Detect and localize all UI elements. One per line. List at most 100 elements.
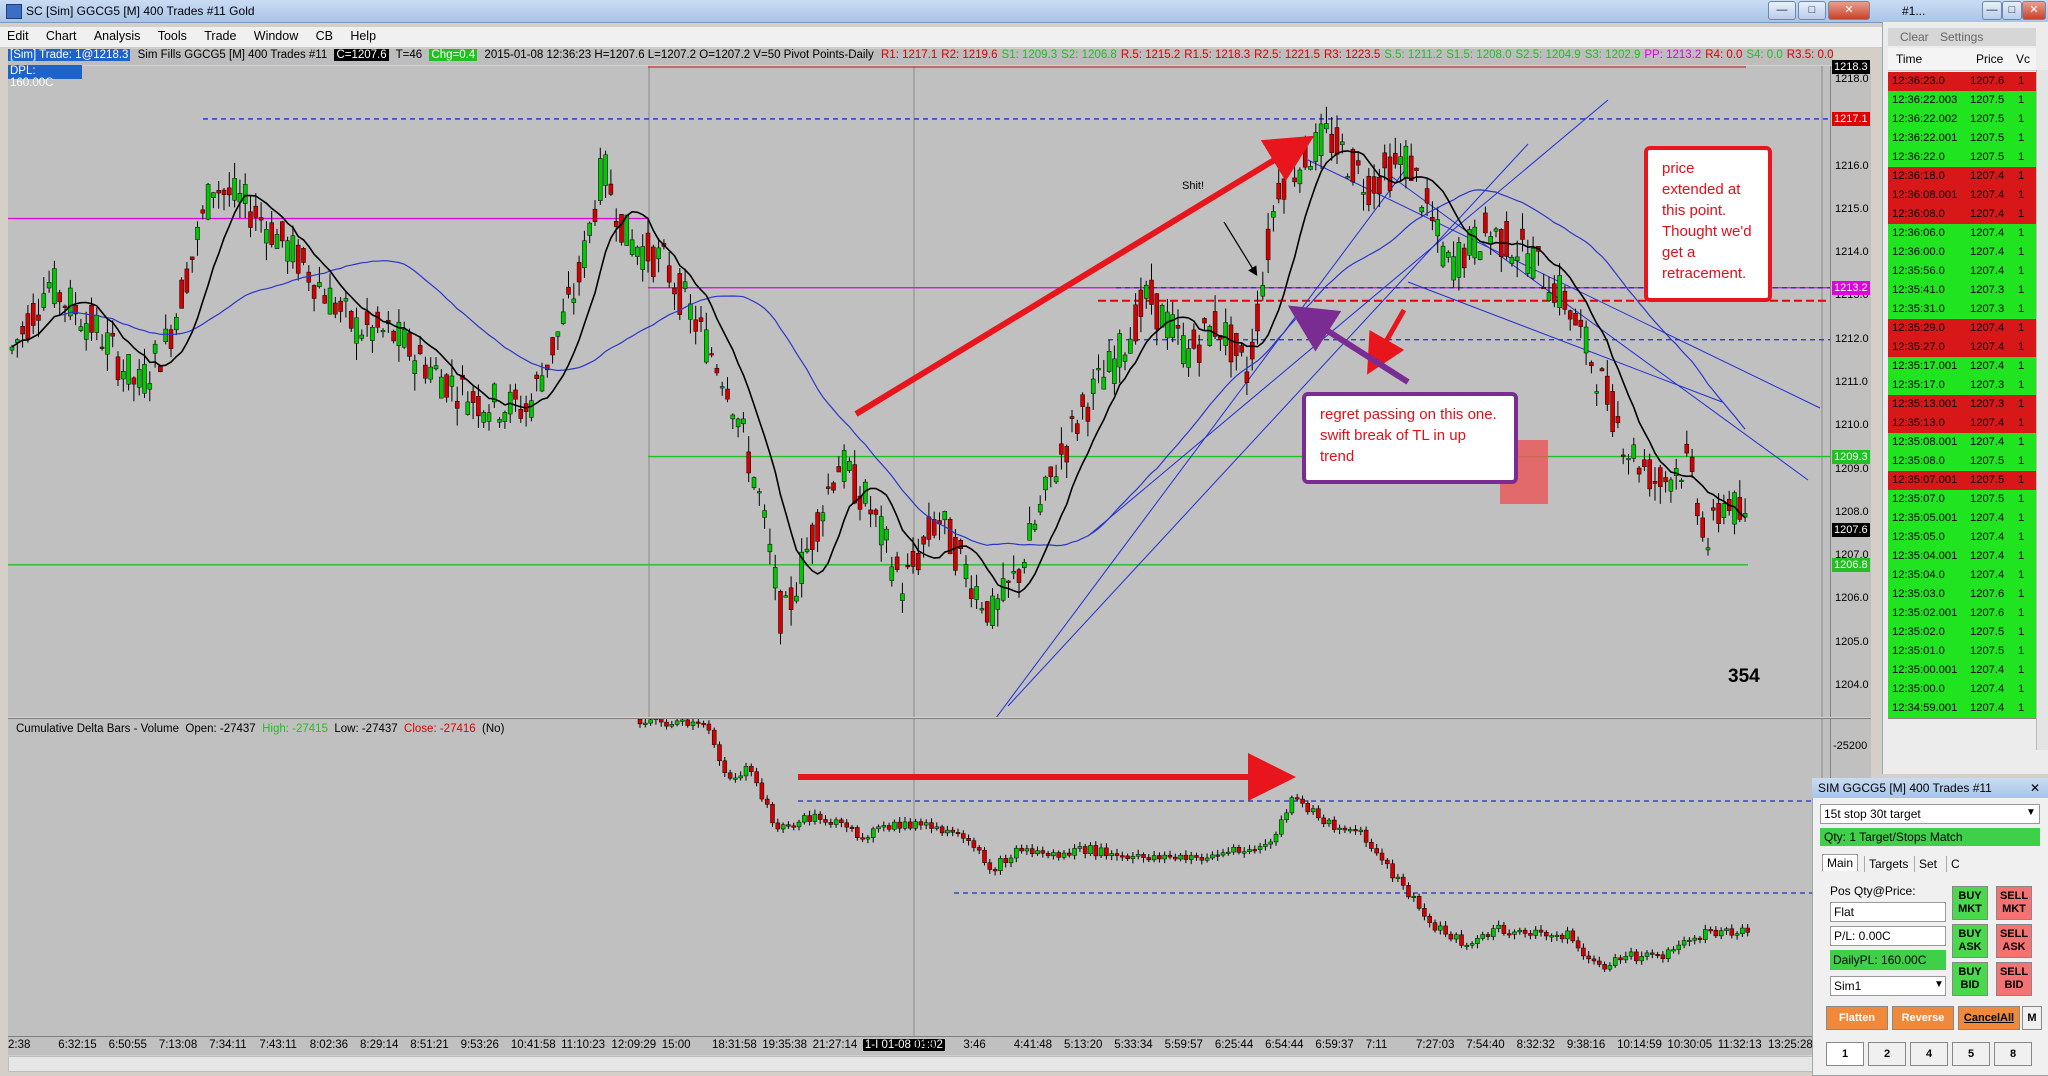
ts-row[interactable]: 12:35:29.0 1207.4 1	[1888, 319, 2036, 339]
candle-body	[295, 244, 301, 274]
delta-chart[interactable]	[8, 719, 1830, 1037]
tab-set[interactable]: Set	[1914, 856, 1941, 872]
price-axis[interactable]: 1218.01217.01216.01215.01214.01213.01212…	[1830, 60, 1871, 717]
ts-row[interactable]: 12:35:02.001 1207.6 1	[1888, 604, 2036, 624]
ts-row[interactable]: 12:35:05.001 1207.4 1	[1888, 509, 2036, 529]
strategy-select[interactable]: 15t stop 30t target	[1820, 804, 2040, 824]
tab-targets[interactable]: Targets	[1864, 856, 1912, 872]
menu-edit[interactable]: Edit	[0, 27, 36, 45]
qty-button-4[interactable]: 4	[1910, 1042, 1948, 1066]
qty-button-8[interactable]: 8	[1994, 1042, 2032, 1066]
ts-row[interactable]: 12:35:07.001 1207.5 1	[1888, 471, 2036, 491]
ts-row[interactable]: 12:36:23.0 1207.6 1	[1888, 72, 2036, 92]
ts-price: 1207.4	[1970, 341, 2005, 353]
sell-mkt-button[interactable]: SELL MKT	[1996, 886, 2032, 920]
chevron-down-icon[interactable]: ▼	[2026, 807, 2036, 818]
minimize-button[interactable]: —	[1768, 1, 1796, 20]
ts-col-price[interactable]: Price	[1976, 52, 2003, 66]
ts-row[interactable]: 12:35:17.001 1207.4 1	[1888, 357, 2036, 377]
ts-row[interactable]: 12:35:56.0 1207.4 1	[1888, 262, 2036, 282]
ts-row[interactable]: 12:36:08.001 1207.4 1	[1888, 186, 2036, 206]
ts-row[interactable]: 12:35:00.001 1207.4 1	[1888, 661, 2036, 681]
buy-mkt-button[interactable]: BUY MKT	[1952, 886, 1988, 920]
sell-bid-button[interactable]: SELL BID	[1996, 962, 2032, 996]
ts-row[interactable]: 12:35:27.0 1207.4 1	[1888, 338, 2036, 358]
menu-trade[interactable]: Trade	[197, 27, 243, 45]
ts-row[interactable]: 12:36:08.0 1207.4 1	[1888, 205, 2036, 225]
ts-row[interactable]: 12:36:22.001 1207.5 1	[1888, 129, 2036, 149]
menu-analysis[interactable]: Analysis	[87, 27, 148, 45]
account-chevron-down-icon[interactable]: ▼	[1934, 979, 1944, 990]
ts-col-time[interactable]: Time	[1896, 52, 1922, 66]
ts-row[interactable]: 12:36:22.002 1207.5 1	[1888, 110, 2036, 130]
price-chart-panel[interactable]: 354 Shit!	[8, 66, 1830, 717]
account-select[interactable]: Sim1	[1830, 976, 1946, 996]
ts-row[interactable]: 12:35:17.0 1207.3 1	[1888, 376, 2036, 396]
ts-row[interactable]: 12:36:18.0 1207.4 1	[1888, 167, 2036, 187]
ts-col-volume[interactable]: Vc	[2016, 52, 2030, 66]
ts-row[interactable]: 12:35:04.0 1207.4 1	[1888, 566, 2036, 586]
sell-ask-button[interactable]: SELL ASK	[1996, 924, 2032, 958]
candle-body	[41, 293, 47, 308]
menu-window[interactable]: Window	[247, 27, 305, 45]
close-button[interactable]: ✕	[1828, 1, 1870, 20]
qty-button-2[interactable]: 2	[1868, 1042, 1906, 1066]
ts-clear-button[interactable]: Clear	[1900, 30, 1929, 44]
cancelall-button[interactable]: CancelAll	[1958, 1006, 2020, 1030]
ts-row[interactable]: 12:34:59.001 1207.4 1	[1888, 699, 2036, 719]
flatten-button[interactable]: Flatten	[1826, 1006, 1888, 1030]
ts-row[interactable]: 12:36:22.0 1207.5 1	[1888, 148, 2036, 168]
delta-bar	[722, 760, 728, 774]
candle-body	[550, 337, 555, 356]
qty-button-1[interactable]: 1	[1826, 1042, 1864, 1066]
candle-body	[587, 222, 592, 236]
ts-settings-button[interactable]: Settings	[1940, 30, 1983, 44]
tab-main[interactable]: Main	[1822, 854, 1859, 871]
ts-row[interactable]: 12:35:01.0 1207.5 1	[1888, 642, 2036, 662]
ts-row[interactable]: 12:35:13.0 1207.4 1	[1888, 414, 2036, 434]
ts-scrollbar[interactable]	[2036, 70, 2048, 750]
ts-row[interactable]: 12:36:06.0 1207.4 1	[1888, 224, 2036, 244]
ts-close-button[interactable]: ✕	[2022, 1, 2046, 20]
ts-row[interactable]: 12:35:41.0 1207.3 1	[1888, 281, 2036, 301]
horizontal-scrollbar[interactable]	[8, 1056, 1872, 1072]
delta-bar	[1024, 848, 1030, 852]
menu-tools[interactable]: Tools	[151, 27, 194, 45]
candle-body	[651, 246, 656, 278]
ts-row[interactable]: 12:35:02.0 1207.5 1	[1888, 623, 2036, 643]
ts-maximize-button[interactable]: □	[2002, 1, 2022, 20]
maximize-button[interactable]: □	[1798, 1, 1826, 20]
ts-row[interactable]: 12:35:00.0 1207.4 1	[1888, 680, 2036, 700]
candle-body	[1186, 348, 1191, 368]
ts-row[interactable]: 12:35:04.001 1207.4 1	[1888, 547, 2036, 567]
ts-price: 1207.5	[1970, 474, 2005, 486]
ts-row[interactable]: 12:35:08.0 1207.5 1	[1888, 452, 2036, 472]
candle-body	[105, 332, 110, 355]
m-button[interactable]: M	[2022, 1006, 2042, 1030]
ts-price: 1207.4	[1970, 189, 2005, 201]
buy-ask-button[interactable]: BUY ASK	[1952, 924, 1988, 958]
candle-body	[391, 330, 396, 342]
ts-row[interactable]: 12:36:00.0 1207.4 1	[1888, 243, 2036, 263]
ts-row[interactable]: 12:35:03.0 1207.6 1	[1888, 585, 2036, 605]
reverse-button[interactable]: Reverse	[1892, 1006, 1954, 1030]
qty-button-5[interactable]: 5	[1952, 1042, 1990, 1066]
oe-close-icon[interactable]: ✕	[2030, 778, 2040, 798]
menu-chart[interactable]: Chart	[39, 27, 84, 45]
candle-body	[1716, 503, 1721, 524]
menu-help[interactable]: Help	[343, 27, 383, 45]
ts-row[interactable]: 12:35:31.0 1207.3 1	[1888, 300, 2036, 320]
delta-bar	[1188, 855, 1194, 860]
ts-minimize-button[interactable]: —	[1982, 1, 2002, 20]
ts-row[interactable]: 12:35:13.001 1207.3 1	[1888, 395, 2036, 415]
ts-row[interactable]: 12:35:08.001 1207.4 1	[1888, 433, 2036, 453]
buy-bid-button[interactable]: BUY BID	[1952, 962, 1988, 996]
tab-c[interactable]: C	[1946, 856, 1964, 872]
menu-cb[interactable]: CB	[309, 27, 340, 45]
price-chart[interactable]	[8, 66, 1830, 717]
ts-row[interactable]: 12:36:22.003 1207.5 1	[1888, 91, 2036, 111]
ts-row[interactable]: 12:35:05.0 1207.4 1	[1888, 528, 2036, 548]
cumulative-delta-panel[interactable]: Cumulative Delta Bars - Volume Open: -27…	[8, 718, 1830, 1037]
ts-row[interactable]: 12:35:07.0 1207.5 1	[1888, 490, 2036, 510]
time-axis[interactable]: 2:38 6:32:15 6:50:55 7:13:08 7:34:11 7:43:11 8…	[8, 1036, 1870, 1055]
